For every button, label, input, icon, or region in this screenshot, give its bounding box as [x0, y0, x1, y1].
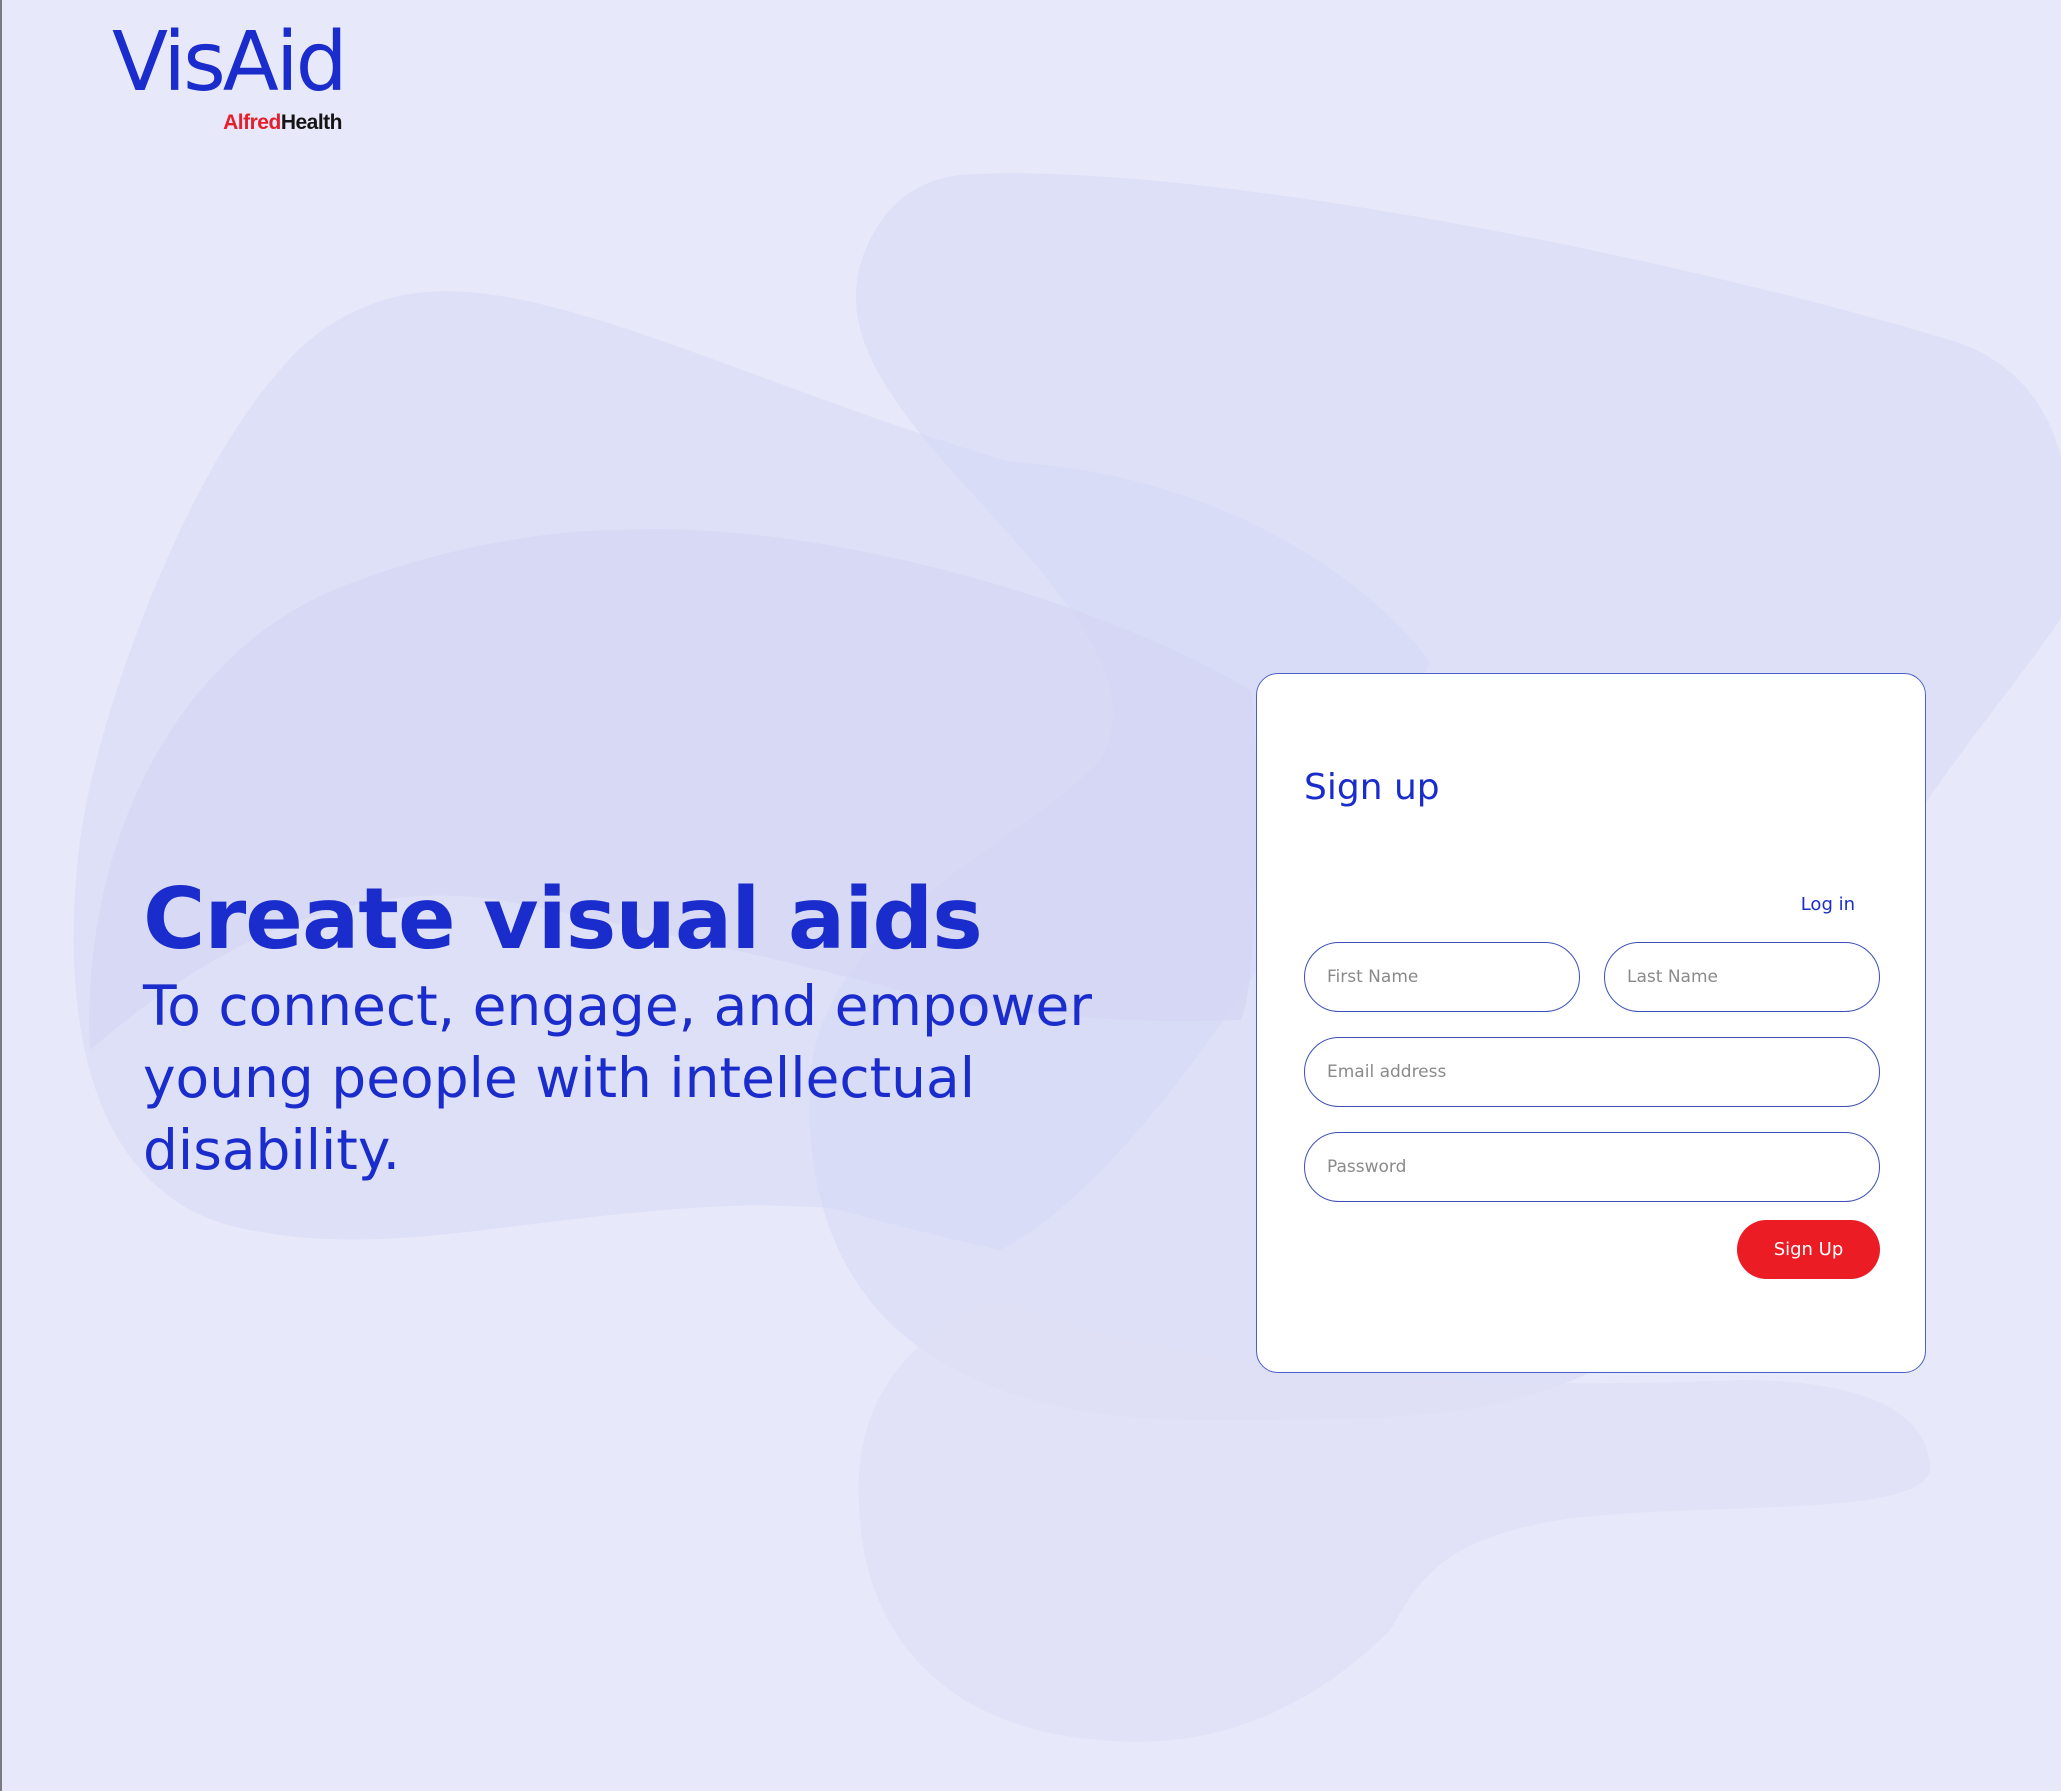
- logo-partner-alfred: Alfred: [223, 111, 281, 134]
- password-field[interactable]: [1304, 1132, 1880, 1202]
- visaid-logo[interactable]: VisAid AlfredHealth: [112, 15, 348, 142]
- hero-subtitle: To connect, engage, and empower young pe…: [143, 974, 1092, 1182]
- email-field[interactable]: [1304, 1037, 1880, 1107]
- hero-title: Create visual aids: [143, 870, 983, 969]
- login-link[interactable]: Log in: [1801, 894, 1855, 915]
- last-name-field[interactable]: [1604, 942, 1880, 1012]
- logo-text: VisAid: [112, 15, 348, 110]
- alfred-health-logo: AlfredHealth: [223, 112, 342, 133]
- signup-card: Sign up Log in Sign Up: [1256, 673, 1926, 1373]
- logo-partner-health: Health: [280, 111, 343, 134]
- sign-up-button[interactable]: Sign Up: [1737, 1220, 1880, 1279]
- signup-title: Sign up: [1304, 767, 1440, 808]
- hero-section: Create visual aids To connect, engage, a…: [143, 870, 1143, 1186]
- first-name-field[interactable]: [1304, 942, 1580, 1012]
